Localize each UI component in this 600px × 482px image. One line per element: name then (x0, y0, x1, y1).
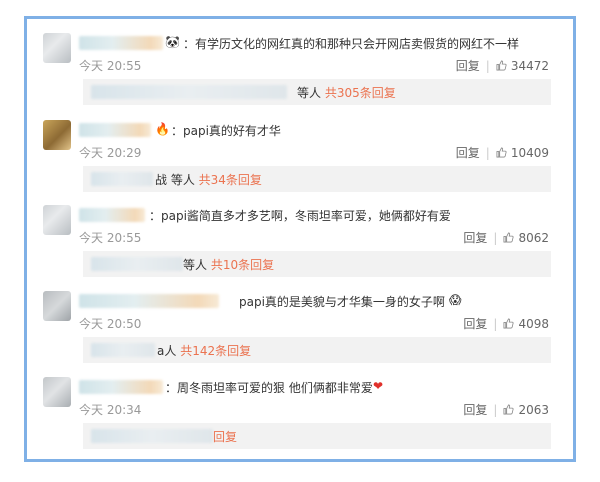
reply-summary[interactable]: 回复 (213, 428, 237, 445)
like-count: 4098 (518, 317, 549, 331)
emoji-icon: 😱 (449, 293, 462, 307)
comment-actions: 回复 | 8062 (463, 231, 549, 245)
comment-actions: 回复 | 10409 (455, 146, 549, 160)
comment-time: 今天 20:29 (79, 146, 142, 160)
comment-text: ：papi真的好有才华 (171, 124, 281, 138)
thumb-up-icon[interactable] (503, 318, 514, 329)
reply-summary[interactable]: 等人 共10条回复 (183, 256, 274, 273)
comment-time: 今天 20:55 (79, 231, 142, 245)
avatar[interactable] (43, 120, 71, 150)
emoji-icon: 🔥 (155, 122, 170, 136)
avatar[interactable] (43, 291, 71, 321)
reply-button[interactable]: 回复 (463, 317, 487, 331)
username-blurred[interactable] (79, 294, 219, 308)
comment-list-frame: 🐼 ：有学历文化的网红真的和那种只会开网店卖假货的网红不一样 今天 20:55 … (24, 16, 576, 462)
reply-summary[interactable]: a人 共142条回复 (157, 342, 251, 359)
heart-icon: ❤ (373, 379, 384, 393)
reply-users-blurred (91, 172, 153, 186)
reply-count-link[interactable]: 共142条回复 (180, 344, 251, 358)
reply-count-link[interactable]: 回复 (213, 430, 237, 444)
reply-users-blurred (91, 257, 183, 271)
reply-users-blurred (91, 429, 213, 443)
reply-button[interactable]: 回复 (456, 146, 480, 160)
reply-summary[interactable]: 战 等人 共34条回复 (155, 171, 262, 188)
thumb-up-icon[interactable] (496, 147, 507, 158)
reply-summary-bar[interactable]: 等人 共10条回复 (83, 251, 551, 277)
reply-prefix: a人 (157, 344, 177, 358)
avatar[interactable] (43, 205, 71, 235)
reply-summary-bar[interactable]: 战 等人 共34条回复 (83, 166, 551, 192)
reply-count-link[interactable]: 共305条回复 (325, 86, 396, 100)
comment-item: 🐼 ：有学历文化的网红真的和那种只会开网店卖假货的网红不一样 今天 20:55 … (43, 33, 563, 121)
thumb-up-icon[interactable] (503, 232, 514, 243)
avatar[interactable] (43, 377, 71, 407)
thumb-up-icon[interactable] (503, 404, 514, 415)
reply-summary-bar[interactable]: a人 共142条回复 (83, 337, 551, 363)
like-count: 2063 (518, 403, 549, 417)
reply-button[interactable]: 回复 (463, 403, 487, 417)
avatar[interactable] (43, 33, 71, 63)
reply-summary-bar[interactable]: 回复 (83, 423, 551, 449)
reply-prefix: 战 等人 (155, 173, 195, 187)
comment-text: ：周冬雨坦率可爱的狠 他们俩都非常爱 (165, 381, 373, 395)
reply-users-blurred (91, 85, 287, 99)
comment-text: papi真的是美貌与才华集一身的女子啊 (239, 295, 445, 309)
emoji-icon: 🐼 (165, 35, 180, 49)
username-blurred[interactable] (79, 123, 151, 137)
reply-count-link[interactable]: 共10条回复 (211, 258, 274, 272)
reply-button[interactable]: 回复 (456, 59, 480, 73)
username-blurred[interactable] (79, 380, 163, 394)
reply-button[interactable]: 回复 (463, 231, 487, 245)
comment-time: 今天 20:55 (79, 59, 142, 73)
comment-item: ：papi酱简直多才多艺啊，冬雨坦率可爱，她俩都好有爱 今天 20:55 回复 |… (43, 205, 563, 293)
reply-prefix: 等人 (297, 86, 322, 100)
username-blurred[interactable] (79, 208, 145, 222)
reply-summary[interactable]: 等人 共305条回复 (297, 84, 396, 101)
like-count: 8062 (518, 231, 549, 245)
comment-time: 今天 20:34 (79, 403, 142, 417)
reply-count-link[interactable]: 共34条回复 (199, 173, 262, 187)
reply-users-blurred (91, 343, 155, 357)
comment-actions: 回复 | 4098 (463, 317, 549, 331)
comment-time: 今天 20:50 (79, 317, 142, 331)
comment-text: ：papi酱简直多才多艺啊，冬雨坦率可爱，她俩都好有爱 (149, 209, 451, 223)
comment-text: ：有学历文化的网红真的和那种只会开网店卖假货的网红不一样 (183, 37, 520, 51)
reply-prefix: 等人 (183, 258, 208, 272)
comment-item: 🔥 ：papi真的好有才华 今天 20:29 回复 | 10409 战 等人 共34… (43, 120, 563, 208)
like-count: 34472 (510, 59, 549, 73)
comment-actions: 回复 | 2063 (463, 403, 549, 417)
comment-item: papi真的是美貌与才华集一身的女子啊 😱 今天 20:50 回复 | 4098 a… (43, 291, 563, 379)
username-blurred[interactable] (79, 36, 163, 50)
comment-item: ：周冬雨坦率可爱的狠 他们俩都非常爱 ❤ 今天 20:34 回复 | 2063 回复 (43, 377, 563, 465)
like-count: 10409 (510, 146, 549, 160)
thumb-up-icon[interactable] (496, 60, 507, 71)
comment-actions: 回复 | 34472 (455, 59, 549, 73)
reply-summary-bar[interactable]: 等人 共305条回复 (83, 79, 551, 105)
